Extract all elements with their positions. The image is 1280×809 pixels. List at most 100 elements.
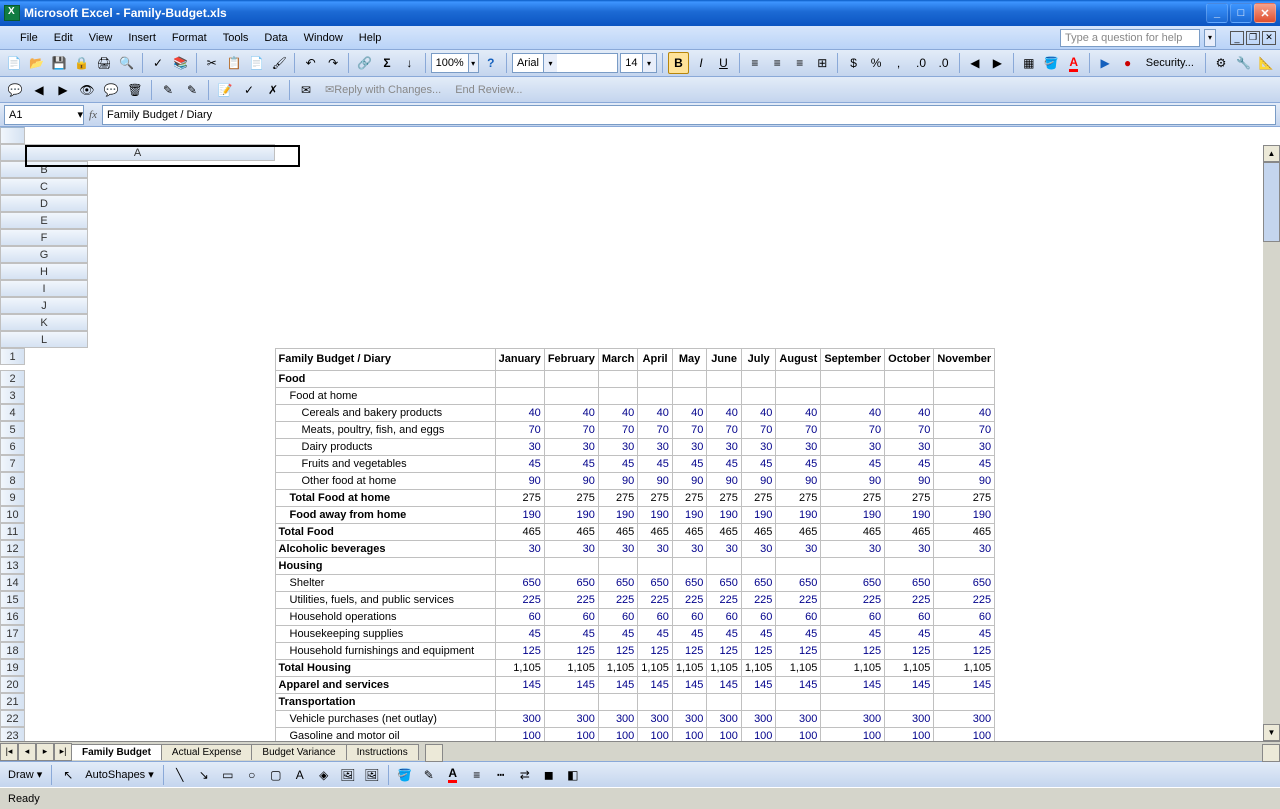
vba-button[interactable]: ⚙ — [1211, 52, 1231, 74]
cell-data[interactable]: 650 — [598, 574, 637, 591]
cell-data[interactable]: 100 — [544, 727, 598, 741]
row-header-22[interactable]: 22 — [0, 710, 25, 727]
cell-data[interactable]: 40 — [495, 404, 544, 421]
increase-decimal-button[interactable]: .0 — [911, 52, 931, 74]
row-header-10[interactable]: 10 — [0, 506, 25, 523]
cell-data[interactable]: 275 — [544, 489, 598, 506]
col-header-L[interactable]: L — [0, 331, 88, 348]
cell-data[interactable] — [638, 693, 673, 710]
cell-label[interactable]: Vehicle purchases (net outlay) — [275, 710, 495, 727]
col-header-H[interactable]: H — [0, 263, 88, 280]
cell-data[interactable] — [495, 557, 544, 574]
cell-data[interactable]: 45 — [741, 625, 776, 642]
cell-data[interactable]: 125 — [544, 642, 598, 659]
row-header-23[interactable]: 23 — [0, 727, 25, 741]
cell-data[interactable]: 90 — [598, 472, 637, 489]
cell-data[interactable]: 30 — [821, 438, 885, 455]
col-header-E[interactable]: E — [0, 212, 88, 229]
cell-data[interactable]: 225 — [707, 591, 742, 608]
cell-data[interactable]: 275 — [776, 489, 821, 506]
col-header-C[interactable]: C — [0, 178, 88, 195]
cell-data[interactable] — [821, 557, 885, 574]
cell-data[interactable]: 70 — [741, 421, 776, 438]
cell-data[interactable]: 45 — [598, 625, 637, 642]
cell-data[interactable]: 650 — [544, 574, 598, 591]
cell-data[interactable]: 45 — [934, 455, 995, 472]
col-header-D[interactable]: D — [0, 195, 88, 212]
cell-data[interactable] — [672, 387, 707, 404]
cell-data[interactable]: 70 — [885, 421, 934, 438]
menu-window[interactable]: Window — [296, 29, 351, 47]
row-header-8[interactable]: 8 — [0, 472, 25, 489]
cell-data[interactable] — [934, 387, 995, 404]
cell-data[interactable] — [707, 557, 742, 574]
menu-data[interactable]: Data — [256, 29, 295, 47]
col-header-K[interactable]: K — [0, 314, 88, 331]
cell-data[interactable]: 125 — [776, 642, 821, 659]
cell-month-header[interactable]: October — [885, 348, 934, 370]
cell-data[interactable]: 650 — [707, 574, 742, 591]
col-header-F[interactable]: F — [0, 229, 88, 246]
cell-data[interactable]: 650 — [934, 574, 995, 591]
cell-data[interactable]: 100 — [741, 727, 776, 741]
sort-button[interactable]: ↓ — [399, 52, 419, 74]
sheet-tab-budget-variance[interactable]: Budget Variance — [251, 744, 346, 760]
cell-data[interactable]: 465 — [885, 523, 934, 540]
cell-data[interactable]: 45 — [707, 625, 742, 642]
tab-last-button[interactable]: ▸| — [54, 743, 72, 761]
cell-data[interactable]: 70 — [495, 421, 544, 438]
cell-data[interactable]: 225 — [821, 591, 885, 608]
reject-button[interactable]: ✗ — [262, 79, 284, 101]
cell-data[interactable]: 45 — [741, 455, 776, 472]
row-header-14[interactable]: 14 — [0, 574, 25, 591]
cell-data[interactable]: 275 — [707, 489, 742, 506]
permission-button[interactable]: 🔒 — [71, 52, 91, 74]
cell-data[interactable] — [741, 557, 776, 574]
tab-first-button[interactable]: |◂ — [0, 743, 18, 761]
menu-view[interactable]: View — [81, 29, 121, 47]
cell-A1[interactable]: Family Budget / Diary — [275, 348, 495, 370]
cell-data[interactable]: 225 — [672, 591, 707, 608]
cell-data[interactable]: 465 — [707, 523, 742, 540]
decrease-decimal-button[interactable]: .0 — [933, 52, 953, 74]
cell-data[interactable]: 30 — [776, 438, 821, 455]
cell-data[interactable]: 125 — [672, 642, 707, 659]
cell-data[interactable]: 60 — [707, 608, 742, 625]
cell-data[interactable]: 275 — [885, 489, 934, 506]
cell-data[interactable]: 70 — [707, 421, 742, 438]
menu-file[interactable]: File — [12, 29, 46, 47]
cell-data[interactable]: 30 — [638, 438, 673, 455]
format-painter-button[interactable]: 🖌 — [269, 52, 289, 74]
row-header-4[interactable]: 4 — [0, 404, 25, 421]
cell-data[interactable]: 300 — [741, 710, 776, 727]
cell-data[interactable]: 145 — [934, 676, 995, 693]
fx-button[interactable]: fx — [84, 109, 102, 121]
cell-data[interactable] — [821, 387, 885, 404]
formula-bar[interactable]: Family Budget / Diary — [102, 105, 1276, 125]
spelling-button[interactable]: ✓ — [148, 52, 168, 74]
cell-data[interactable]: 1,105 — [741, 659, 776, 676]
col-header-B[interactable]: B — [0, 161, 88, 178]
underline-button[interactable]: U — [713, 52, 733, 74]
cell-data[interactable]: 300 — [707, 710, 742, 727]
cell-data[interactable] — [544, 387, 598, 404]
help-button[interactable]: ? — [481, 52, 501, 74]
cell-month-header[interactable]: August — [776, 348, 821, 370]
menu-insert[interactable]: Insert — [120, 29, 164, 47]
cell-label[interactable]: Other food at home — [275, 472, 495, 489]
cell-data[interactable]: 40 — [776, 404, 821, 421]
cell-data[interactable]: 100 — [776, 727, 821, 741]
align-center-button[interactable]: ≡ — [767, 52, 787, 74]
diagram-button[interactable]: ◈ — [313, 764, 335, 786]
cell-data[interactable]: 1,105 — [776, 659, 821, 676]
cell-data[interactable]: 40 — [598, 404, 637, 421]
cell-data[interactable]: 100 — [885, 727, 934, 741]
cell-data[interactable] — [885, 557, 934, 574]
cell-data[interactable] — [707, 370, 742, 387]
cell-data[interactable]: 40 — [885, 404, 934, 421]
cell-data[interactable]: 300 — [495, 710, 544, 727]
arrow-style-button[interactable]: ⇄ — [514, 764, 536, 786]
cell-data[interactable]: 60 — [885, 608, 934, 625]
cell-data[interactable]: 90 — [821, 472, 885, 489]
cell-data[interactable]: 300 — [934, 710, 995, 727]
